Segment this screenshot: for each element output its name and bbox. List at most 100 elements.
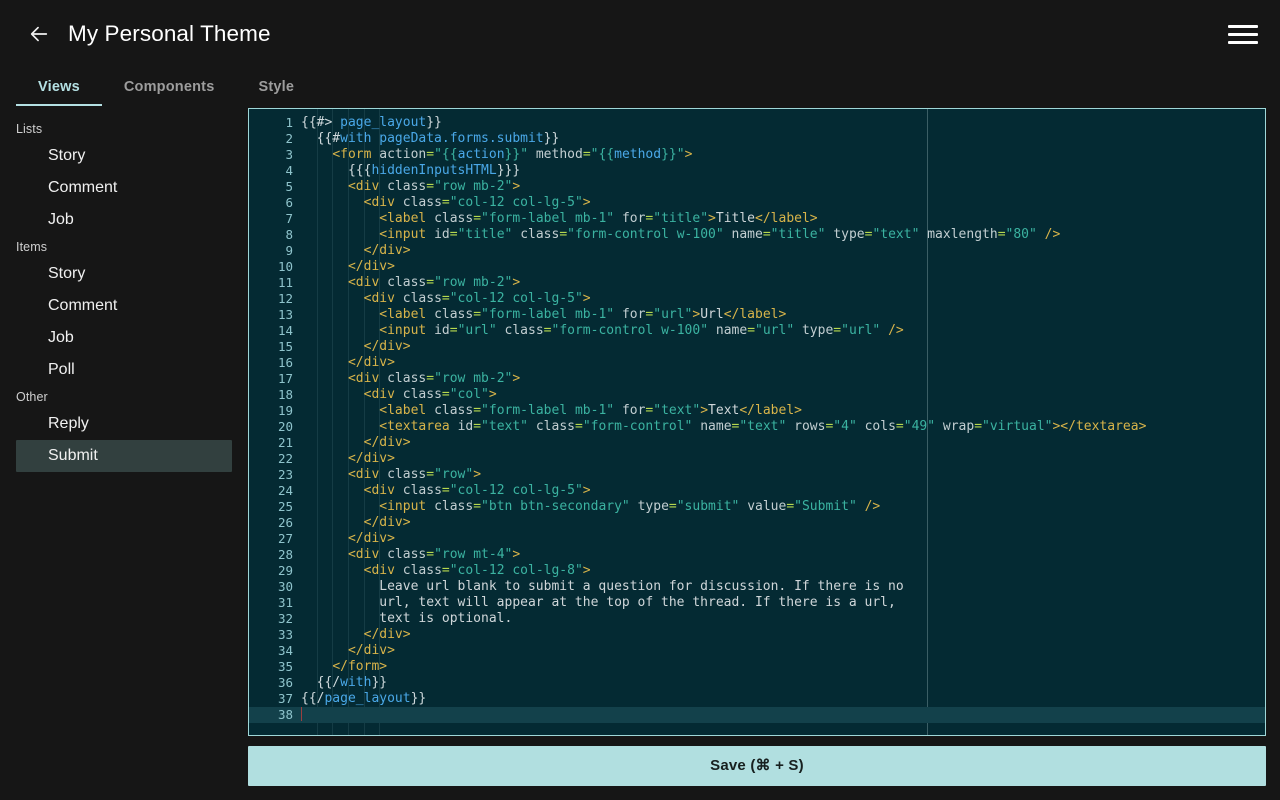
code-line[interactable]: <label class="form-label mb-1" for="titl… <box>297 211 1265 227</box>
code-line[interactable] <box>297 707 1265 723</box>
code-token-eq: = <box>473 499 482 514</box>
code-line[interactable]: <div class="row mb-2"> <box>297 275 1265 291</box>
code-token-eq: = <box>668 499 677 514</box>
code-line[interactable]: </div> <box>297 339 1265 355</box>
code-line[interactable]: <textarea id="text" class="form-control"… <box>297 419 1265 435</box>
code-line[interactable]: <input id="url" class="form-control w-10… <box>297 323 1265 339</box>
code-line[interactable]: </div> <box>297 243 1265 259</box>
sidebar-item-lists-story[interactable]: Story <box>16 140 232 172</box>
tab-components[interactable]: Components <box>102 79 237 106</box>
editor-gutter: 1 2 3 4 5 6 7 8 9 10 11 12 13 14 15 16 17 18 19 20 21 22 23 24 2… <box>249 109 297 735</box>
code-token-attr: type <box>637 499 669 514</box>
save-button[interactable]: Save (⌘ + S) <box>248 746 1266 786</box>
code-token-eq: = <box>895 419 904 434</box>
code-token-tag: <div <box>347 179 388 194</box>
code-token-eq: = <box>997 227 1006 242</box>
code-token-tag: <div <box>363 291 403 306</box>
page-title: My Personal Theme <box>68 21 271 46</box>
sidebar-item-other-submit[interactable]: Submit <box>16 440 232 472</box>
code-token-tag: > <box>512 547 521 562</box>
code-line[interactable]: </form> <box>297 659 1265 675</box>
body-region: Lists Story Comment Job Items Story Comment Job… <box>0 106 1280 800</box>
code-line[interactable]: <label class="form-label mb-1" for="url"… <box>297 307 1265 323</box>
code-token-str: "text" <box>872 227 920 242</box>
code-line[interactable]: text is optional. <box>297 611 1265 627</box>
sidebar-item-lists-job[interactable]: Job <box>16 204 232 236</box>
code-token-hbe: }} <box>661 147 677 162</box>
code-line[interactable]: </div> <box>297 515 1265 531</box>
code-line[interactable]: <div class="col-12 col-lg-5"> <box>297 195 1265 211</box>
code-token-tag: <div <box>363 387 403 402</box>
code-token-attr: class <box>402 291 442 306</box>
code-line[interactable]: </div> <box>297 259 1265 275</box>
code-line[interactable]: </div> <box>297 531 1265 547</box>
code-token-attr: maxlength <box>927 227 998 242</box>
code-line[interactable]: {{#> page_layout}} <box>297 115 1265 131</box>
code-line[interactable]: <div class="col-12 col-lg-5"> <box>297 291 1265 307</box>
sidebar-item-items-story[interactable]: Story <box>16 258 232 290</box>
sidebar-item-items-poll[interactable]: Poll <box>16 354 232 386</box>
code-line[interactable]: </div> <box>297 451 1265 467</box>
code-token-hbn: action <box>457 147 505 162</box>
code-editor[interactable]: 1 2 3 4 5 6 7 8 9 10 11 12 13 14 15 16 17 18 19 20 21 22 23 24 2… <box>248 108 1266 736</box>
code-token-tag: ></textarea> <box>1052 419 1147 434</box>
code-line[interactable]: </div> <box>297 435 1265 451</box>
code-token-str: "title" <box>770 227 826 242</box>
code-line[interactable]: <div class="col-12 col-lg-5"> <box>297 483 1265 499</box>
code-line[interactable]: <div class="row mb-2"> <box>297 371 1265 387</box>
code-line[interactable]: <label class="form-label mb-1" for="text… <box>297 403 1265 419</box>
code-token-hb: }} <box>371 675 388 690</box>
code-token-hbn: with pageData.forms.submit <box>340 131 544 146</box>
code-token-tag: > <box>700 403 709 418</box>
code-token-attr: class <box>387 371 427 386</box>
sidebar-item-items-comment[interactable]: Comment <box>16 290 232 322</box>
code-token-tag: > <box>582 195 591 210</box>
code-token-str: "text" <box>739 419 787 434</box>
code-token-attr: class <box>402 195 442 210</box>
code-line[interactable]: </div> <box>297 643 1265 659</box>
sidebar-item-items-job[interactable]: Job <box>16 322 232 354</box>
code-line[interactable]: <div class="row mt-4"> <box>297 547 1265 563</box>
code-line[interactable]: </div> <box>297 355 1265 371</box>
code-token-eq: = <box>762 227 771 242</box>
code-line[interactable]: url, text will appear at the top of the … <box>297 595 1265 611</box>
code-line[interactable]: Leave url blank to submit a question for… <box>297 579 1265 595</box>
code-line[interactable]: {{{hiddenInputsHTML}}} <box>297 163 1265 179</box>
code-token-attr: class <box>504 323 544 338</box>
code-line[interactable]: {{/page_layout}} <box>297 691 1265 707</box>
code-token-hb: {{# <box>316 131 341 146</box>
tab-views[interactable]: Views <box>16 79 102 106</box>
code-line[interactable]: {{/with}} <box>297 675 1265 691</box>
code-line[interactable]: <input class="btn btn-secondary" type="s… <box>297 499 1265 515</box>
code-line[interactable]: <form action="{{action}}" method="{{meth… <box>297 147 1265 163</box>
code-line[interactable]: </div> <box>297 627 1265 643</box>
code-line[interactable]: <div class="col"> <box>297 387 1265 403</box>
back-button[interactable] <box>22 17 56 51</box>
code-line[interactable]: <div class="col-12 col-lg-8"> <box>297 563 1265 579</box>
gutter-line-number: 15 <box>277 339 293 354</box>
sidebar-item-other-reply[interactable]: Reply <box>16 408 232 440</box>
sidebar: Lists Story Comment Job Items Story Comment Job… <box>0 106 248 800</box>
code-line[interactable]: <div class="row"> <box>297 467 1265 483</box>
code-line[interactable]: <input id="title" class="form-control w-… <box>297 227 1265 243</box>
code-token-txt: url, text will appear at the top of the … <box>301 595 896 610</box>
code-token-tag: > <box>582 563 591 578</box>
gutter-line-number: 24 <box>277 483 293 498</box>
hamburger-menu-icon[interactable] <box>1228 21 1258 47</box>
gutter-line-number: 21 <box>277 435 293 450</box>
code-token-attr: class <box>434 307 474 322</box>
code-line[interactable]: {{#with pageData.forms.submit}} <box>297 131 1265 147</box>
editor-code-area[interactable]: {{#> page_layout}} {{#with pageData.form… <box>297 109 1265 735</box>
code-token-hbn: page_layout <box>340 115 427 130</box>
code-token-eq: = <box>426 147 435 162</box>
tab-style[interactable]: Style <box>236 79 316 106</box>
sidebar-item-lists-comment[interactable]: Comment <box>16 172 232 204</box>
code-line[interactable]: <div class="row mb-2"> <box>297 179 1265 195</box>
code-token-str: "col" <box>449 387 489 402</box>
